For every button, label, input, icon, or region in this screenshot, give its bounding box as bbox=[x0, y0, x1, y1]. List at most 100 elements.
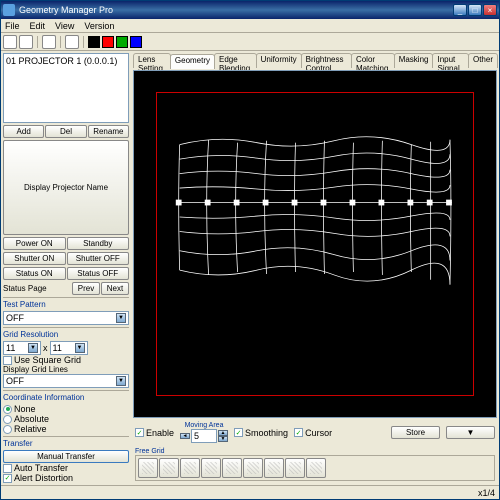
use-square-grid-checkbox[interactable]: Use Square Grid bbox=[3, 355, 129, 365]
menubar: File Edit View Version bbox=[1, 19, 499, 33]
coord-title: Coordinate Information bbox=[3, 393, 129, 402]
color-swatch-blue[interactable] bbox=[130, 36, 142, 48]
tool-target-icon[interactable] bbox=[65, 35, 79, 49]
grid-tool-1-icon[interactable] bbox=[138, 458, 158, 478]
coord-relative-radio[interactable]: Relative bbox=[3, 424, 129, 434]
chevron-down-icon: ▼ bbox=[28, 343, 38, 353]
tool-save-icon[interactable] bbox=[19, 35, 33, 49]
projector-tree[interactable]: 01 PROJECTOR 1 (0.0.0.1) bbox=[3, 53, 129, 123]
test-pattern-title: Test Pattern bbox=[3, 300, 129, 309]
titlebar: Geometry Manager Pro _ □ × bbox=[1, 1, 499, 19]
controls-panel: ✓Enable Moving Area ◄ 5 ▲ ▼ ✓Smoothing bbox=[133, 420, 497, 483]
zoom-level: x1/4 bbox=[478, 488, 495, 498]
close-button[interactable]: × bbox=[483, 4, 497, 16]
checkbox-icon bbox=[3, 356, 12, 365]
tab-lens[interactable]: Lens Setting bbox=[133, 53, 171, 68]
app-window: Geometry Manager Pro _ □ × File Edit Vie… bbox=[0, 0, 500, 500]
grid-x-label: x bbox=[43, 343, 48, 353]
moving-area-label: Moving Area bbox=[185, 422, 224, 429]
prev-button[interactable]: Prev bbox=[72, 282, 100, 295]
enable-checkbox[interactable]: ✓Enable bbox=[135, 428, 174, 438]
checkbox-icon: ✓ bbox=[3, 474, 12, 483]
display-grid-lines-select[interactable]: OFF ▼ bbox=[3, 374, 129, 388]
color-swatch-green[interactable] bbox=[116, 36, 128, 48]
grid-res-title: Grid Resolution bbox=[3, 330, 129, 339]
status-on-button[interactable]: Status ON bbox=[3, 267, 66, 280]
smoothing-checkbox[interactable]: ✓Smoothing bbox=[234, 428, 288, 438]
minimize-button[interactable]: _ bbox=[453, 4, 467, 16]
cursor-checkbox[interactable]: ✓Cursor bbox=[294, 428, 332, 438]
auto-transfer-checkbox[interactable]: Auto Transfer bbox=[3, 463, 129, 473]
warped-grid bbox=[170, 106, 460, 299]
maximize-button[interactable]: □ bbox=[468, 4, 482, 16]
grid-height-select[interactable]: 11 ▼ bbox=[50, 341, 88, 355]
tab-geometry[interactable]: Geometry bbox=[170, 54, 215, 69]
test-pattern-select[interactable]: OFF ▼ bbox=[3, 311, 129, 325]
store-dropdown-button[interactable]: ▼ bbox=[446, 426, 495, 439]
display-projector-name-button[interactable]: Display Projector Name bbox=[3, 140, 129, 235]
transfer-group: Transfer Manual Transfer Auto Transfer ✓… bbox=[3, 436, 129, 483]
alert-distortion-checkbox[interactable]: ✓Alert Distortion bbox=[3, 473, 129, 483]
checkbox-icon bbox=[3, 464, 12, 473]
app-icon bbox=[3, 4, 15, 16]
sidebar: 01 PROJECTOR 1 (0.0.0.1) Add Del Rename … bbox=[1, 51, 131, 485]
coord-none-radio[interactable]: None bbox=[3, 404, 129, 414]
tab-input[interactable]: Input Signal bbox=[432, 53, 469, 68]
grid-resolution-group: Grid Resolution 11 ▼ x 11 ▼ Use Square G… bbox=[3, 327, 129, 388]
tool-open-icon[interactable] bbox=[3, 35, 17, 49]
grid-tool-7-icon[interactable] bbox=[264, 458, 284, 478]
manual-transfer-button[interactable]: Manual Transfer bbox=[3, 450, 129, 463]
add-button[interactable]: Add bbox=[3, 125, 44, 138]
tab-other[interactable]: Other bbox=[468, 53, 498, 68]
tabbar: Lens Setting Geometry Edge Blending Unif… bbox=[133, 53, 497, 68]
grid-width-value: 11 bbox=[6, 343, 15, 353]
menu-view[interactable]: View bbox=[55, 21, 74, 31]
power-on-button[interactable]: Power ON bbox=[3, 237, 66, 250]
chevron-down-icon: ▼ bbox=[75, 343, 85, 353]
status-page-label: Status Page bbox=[3, 282, 71, 295]
grid-tool-3-icon[interactable] bbox=[180, 458, 200, 478]
geometry-canvas[interactable] bbox=[133, 70, 497, 418]
window-title: Geometry Manager Pro bbox=[19, 5, 453, 15]
moving-left-button[interactable]: ◄ bbox=[180, 433, 190, 439]
menu-file[interactable]: File bbox=[5, 21, 20, 31]
grid-tool-5-icon[interactable] bbox=[222, 458, 242, 478]
grid-tool-2-icon[interactable] bbox=[159, 458, 179, 478]
use-square-label: Use Square Grid bbox=[14, 355, 81, 365]
tab-edge[interactable]: Edge Blending bbox=[214, 53, 257, 68]
menu-version[interactable]: Version bbox=[84, 21, 114, 31]
tab-masking[interactable]: Masking bbox=[394, 53, 434, 68]
grid-tool-4-icon[interactable] bbox=[201, 458, 221, 478]
coord-absolute-radio[interactable]: Absolute bbox=[3, 414, 129, 424]
test-pattern-value: OFF bbox=[6, 313, 24, 323]
free-grid-label: Free Grid bbox=[135, 448, 165, 455]
moving-down-button[interactable]: ▼ bbox=[218, 436, 228, 442]
store-button[interactable]: Store bbox=[391, 426, 440, 439]
grid-tool-9-icon[interactable] bbox=[306, 458, 326, 478]
main-panel: Lens Setting Geometry Edge Blending Unif… bbox=[131, 51, 499, 485]
grid-height-value: 11 bbox=[53, 343, 62, 353]
color-swatch-black[interactable] bbox=[88, 36, 100, 48]
status-off-button[interactable]: Status OFF bbox=[67, 267, 130, 280]
next-button[interactable]: Next bbox=[101, 282, 129, 295]
del-button[interactable]: Del bbox=[45, 125, 86, 138]
grid-width-select[interactable]: 11 ▼ bbox=[3, 341, 41, 355]
tool-settings-icon[interactable] bbox=[42, 35, 56, 49]
tab-brightness[interactable]: Brightness Control bbox=[301, 53, 352, 68]
shutter-off-button[interactable]: Shutter OFF bbox=[67, 252, 130, 265]
moving-area-input[interactable]: 5 bbox=[191, 429, 217, 443]
color-swatch-red[interactable] bbox=[102, 36, 114, 48]
rename-button[interactable]: Rename bbox=[88, 125, 129, 138]
grid-tool-6-icon[interactable] bbox=[243, 458, 263, 478]
menu-edit[interactable]: Edit bbox=[30, 21, 46, 31]
toolbar bbox=[1, 33, 499, 51]
tree-item[interactable]: 01 PROJECTOR 1 (0.0.0.1) bbox=[6, 56, 126, 66]
statusbar: x1/4 bbox=[1, 485, 499, 499]
grid-tool-8-icon[interactable] bbox=[285, 458, 305, 478]
transfer-title: Transfer bbox=[3, 439, 129, 448]
standby-button[interactable]: Standby bbox=[67, 237, 130, 250]
display-grid-lines-label: Display Grid Lines bbox=[3, 365, 129, 374]
tab-uniformity[interactable]: Uniformity bbox=[256, 53, 302, 68]
shutter-on-button[interactable]: Shutter ON bbox=[3, 252, 66, 265]
tab-color[interactable]: Color Matching bbox=[351, 53, 395, 68]
